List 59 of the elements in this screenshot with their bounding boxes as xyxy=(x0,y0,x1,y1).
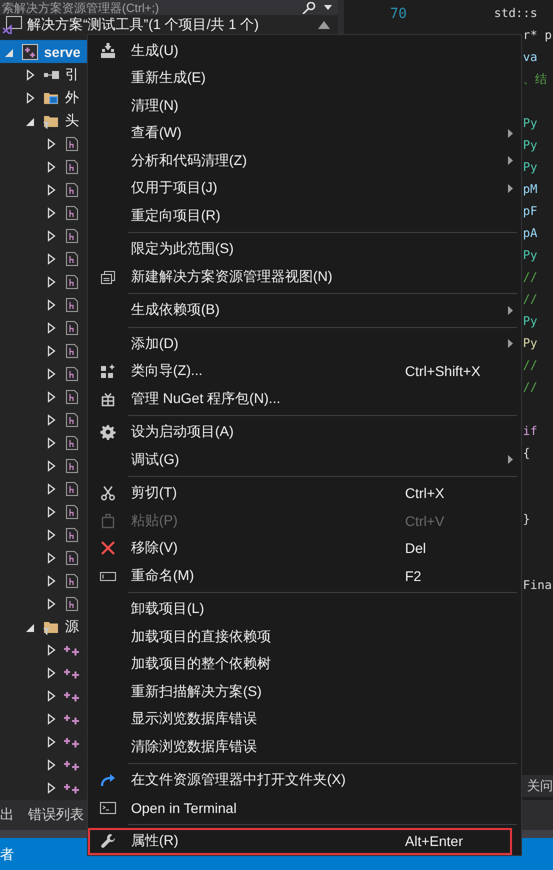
shortcut-text: Ctrl+X xyxy=(405,485,444,502)
tree-label: 源 xyxy=(65,618,79,636)
menu-label: 设为启动项目(A) xyxy=(130,423,235,442)
line-number: 70 xyxy=(390,5,408,24)
menu-label: 限定为此范围(S) xyxy=(130,240,235,258)
menu-label: 加载项目的整个依赖树 xyxy=(130,655,272,674)
code-text: // xyxy=(522,270,538,284)
shortcut-text: F2 xyxy=(405,568,422,584)
menu-label: 生成依赖项(B) xyxy=(130,301,221,320)
menu-label: 清理(N) xyxy=(130,96,180,115)
menu-label: 类向导(Z)... xyxy=(130,362,204,380)
menu-label: 卸载项目(L) xyxy=(130,600,206,618)
code-text: Py xyxy=(522,138,538,152)
menu-label: 重新生成(E) xyxy=(130,69,207,88)
menu-label: 粘贴(P) xyxy=(130,512,179,530)
menu-label: 仅用于项目(J) xyxy=(130,179,218,198)
shortcut-text: Del xyxy=(405,540,426,556)
tree-label: 外 xyxy=(65,88,79,106)
menu-label: 添加(D) xyxy=(130,334,180,353)
code-text: } xyxy=(522,512,530,526)
menu-label: 加载项目的直接依赖项 xyxy=(130,628,272,646)
tree-label: serve xyxy=(44,44,81,60)
code-text: Py xyxy=(522,314,538,328)
menu-label: 移除(V) xyxy=(130,539,179,558)
code-text: pF xyxy=(522,204,538,218)
shortcut-text: Ctrl+V xyxy=(405,512,444,529)
code-text: pM xyxy=(522,182,538,196)
shortcut-text: Ctrl+Shift+X xyxy=(405,363,480,380)
code-text: if xyxy=(522,424,538,438)
menu-label: 剪切(T) xyxy=(130,484,178,502)
menu-label: 新建解决方案资源管理器视图(N) xyxy=(130,268,334,286)
menu-label: 分析和代码清理(Z) xyxy=(130,152,248,170)
menu-label: 显示浏览数据库错误 xyxy=(130,710,258,728)
code-text: r* p xyxy=(522,28,552,42)
menu-label: Open in Terminal xyxy=(130,800,238,816)
menu-label: 重新扫描解决方案(S) xyxy=(130,682,263,701)
code-text: std::s xyxy=(494,6,538,20)
code-text: // xyxy=(522,358,538,372)
tree-label: 引 xyxy=(65,66,79,84)
code-text: 、结 xyxy=(522,72,547,86)
code-text: Py xyxy=(522,336,538,350)
code-text: Py xyxy=(522,248,538,262)
menu-label: 重命名(M) xyxy=(130,566,195,585)
menu-label: 调试(G) xyxy=(130,450,180,469)
code-text: // xyxy=(522,292,538,306)
code-text: Py xyxy=(522,160,538,174)
code-text: pA xyxy=(522,226,538,240)
menu-label: 清除浏览数据库错误 xyxy=(130,738,258,756)
code-text: Fina xyxy=(522,578,552,592)
menu-label: 在文件资源管理器中打开文件夹(X) xyxy=(130,771,347,790)
menu-label: 重定向项目(R) xyxy=(130,206,222,225)
menu-label: 管理 NuGet 程序包(N)... xyxy=(130,390,282,408)
code-text: va xyxy=(522,50,538,64)
code-text: { xyxy=(522,446,530,460)
code-text: // xyxy=(522,380,538,394)
tree-label: 头 xyxy=(65,112,79,130)
menu-label: 生成(U) xyxy=(130,42,180,60)
code-text: Py xyxy=(522,116,538,130)
menu-label: 查看(W) xyxy=(130,124,183,142)
